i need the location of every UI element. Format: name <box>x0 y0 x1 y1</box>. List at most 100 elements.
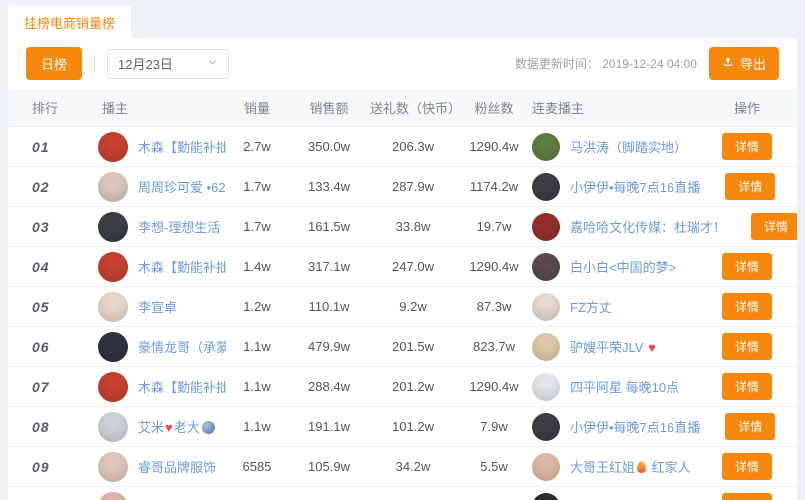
rank-cell: 05 <box>8 299 64 315</box>
co-broadcaster-cell: 大哥王红姐 红家人 <box>532 453 697 481</box>
co-broadcaster-avatar[interactable] <box>532 493 560 500</box>
co-broadcaster-avatar[interactable] <box>532 133 560 161</box>
broadcaster-cell: 木森【勤能补拙】 <box>64 252 226 282</box>
co-broadcaster-cell: 黑家媚哥「刘媚」 <box>532 493 697 500</box>
broadcaster-name-link[interactable]: 木森【勤能补拙】 <box>138 137 226 156</box>
name-text: 李宣卓 <box>138 300 177 315</box>
broadcaster-name-link[interactable]: 豪情龙哥（承蒙厚爱） <box>138 337 226 356</box>
fans-value: 1174.2w <box>456 179 532 194</box>
co-broadcaster-name-link[interactable]: 嘉哈哈文化传媒：杜瑞才！ <box>570 217 726 236</box>
co-broadcaster-cell: 小伊伊•每晚7点16直播 <box>532 413 700 441</box>
column-header: 连麦播主 <box>532 98 697 117</box>
co-broadcaster-avatar[interactable] <box>532 173 560 201</box>
co-broadcaster-cell: 嘉哈哈文化传媒：杜瑞才！ <box>532 213 726 241</box>
tab-ecommerce-sales-rank[interactable]: 挂榜电商销量榜 <box>8 6 131 38</box>
action-cell: 详情 <box>697 373 797 400</box>
detail-button[interactable]: 详情 <box>722 293 772 320</box>
broadcaster-name-link[interactable]: 睿哥品牌服饰 <box>138 457 216 476</box>
content-card: 日榜 12月23日 数据更新时间： 2019-12-24 04:00 导出 排行… <box>8 38 797 500</box>
action-cell: 详情 <box>697 253 797 280</box>
detail-button[interactable]: 详情 <box>722 333 772 360</box>
detail-button[interactable]: 详情 <box>725 173 775 200</box>
broadcaster-avatar[interactable] <box>98 172 128 202</box>
broadcaster-avatar[interactable] <box>98 212 128 242</box>
broadcaster-avatar[interactable] <box>98 412 128 442</box>
name-text: 红家人 <box>648 460 691 475</box>
broadcaster-avatar[interactable] <box>98 492 128 500</box>
co-broadcaster-avatar[interactable] <box>532 373 560 401</box>
co-broadcaster-name-link[interactable]: 小伊伊•每晚7点16直播 <box>570 177 700 196</box>
co-broadcaster-name-link[interactable]: 马洪涛（脚踏实地） <box>570 137 687 156</box>
rank-cell: 03 <box>8 219 64 235</box>
sales-amount-value: 479.9w <box>288 339 370 354</box>
rank-cell: 01 <box>8 139 64 155</box>
date-select-value: 12月23日 <box>118 54 173 73</box>
detail-button[interactable]: 详情 <box>725 413 775 440</box>
co-broadcaster-name-link[interactable]: 白小白<中国的梦> <box>570 257 676 276</box>
sales-amount-value: 133.4w <box>288 179 370 194</box>
co-broadcaster-name-link[interactable]: 小伊伊•每晚7点16直播 <box>570 417 700 436</box>
broadcaster-name-link[interactable]: 木森【勤能补拙】 <box>138 377 226 396</box>
rank-number: 02 <box>32 179 50 195</box>
export-button[interactable]: 导出 <box>709 47 779 80</box>
broadcaster-name-link[interactable]: 李想-理想生活 <box>138 217 220 236</box>
broadcaster-name-link[interactable]: 周周珍可爱 •625 <box>138 177 226 196</box>
co-broadcaster-name-link[interactable]: FZ方丈 <box>570 297 612 316</box>
name-text: 睿哥品牌服饰 <box>138 460 216 475</box>
detail-button[interactable]: 详情 <box>751 213 797 240</box>
broadcaster-avatar[interactable] <box>98 452 128 482</box>
daily-rank-button[interactable]: 日榜 <box>26 47 82 80</box>
broadcaster-avatar[interactable] <box>98 292 128 322</box>
broadcaster-name-link[interactable]: 李宣卓 <box>138 297 177 316</box>
table-row: 10 500万1月1号生日宴 6167 6.9w 145 506.7w 黑家媚哥… <box>8 487 797 500</box>
co-broadcaster-cell: 白小白<中国的梦> <box>532 253 697 281</box>
name-text: 李想-理想生活 <box>138 220 220 235</box>
co-broadcaster-avatar[interactable] <box>532 253 560 281</box>
table-row: 07 木森【勤能补拙】 1.1w 288.4w 201.2w 1290.4w 四… <box>8 367 797 407</box>
co-broadcaster-name-link[interactable]: 四平阿星 每晚10点 <box>570 377 679 396</box>
name-text: 周周珍可爱 •625 <box>138 180 226 195</box>
name-text: 马洪涛（脚踏实地） <box>570 140 687 155</box>
sales-value: 1.7w <box>226 179 288 194</box>
co-broadcaster-avatar[interactable] <box>532 413 560 441</box>
broadcaster-cell: 艾米♥老大 <box>64 412 226 442</box>
broadcaster-cell: 李宣卓 <box>64 292 226 322</box>
co-broadcaster-name-link[interactable]: 大哥王红姐 红家人 <box>570 457 691 476</box>
co-broadcaster-avatar[interactable] <box>532 293 560 321</box>
gifts-value: 9.2w <box>370 299 456 314</box>
action-cell: 详情 <box>726 213 797 240</box>
action-cell: 详情 <box>700 173 797 200</box>
co-broadcaster-cell: 马洪涛（脚踏实地） <box>532 133 697 161</box>
table-row: 05 李宣卓 1.2w 110.1w 9.2w 87.3w FZ方丈 详情 <box>8 287 797 327</box>
co-broadcaster-avatar[interactable] <box>532 333 560 361</box>
broadcaster-name-link[interactable]: 艾米♥老大 <box>138 417 215 436</box>
broadcaster-avatar[interactable] <box>98 372 128 402</box>
rank-number: 06 <box>32 339 50 355</box>
detail-button[interactable]: 详情 <box>722 133 772 160</box>
name-text: 木森【勤能补拙】 <box>138 380 226 395</box>
broadcaster-avatar[interactable] <box>98 252 128 282</box>
detail-button[interactable]: 详情 <box>722 493 772 500</box>
co-broadcaster-name-link[interactable]: 驴嫂平荣JLV ♥ <box>570 337 657 356</box>
broadcaster-cell: 李想-理想生活 <box>64 212 226 242</box>
sales-amount-value: 105.9w <box>288 459 370 474</box>
co-broadcaster-avatar[interactable] <box>532 213 560 241</box>
detail-button[interactable]: 详情 <box>722 453 772 480</box>
broadcaster-cell: 睿哥品牌服饰 <box>64 452 226 482</box>
action-cell: 详情 <box>697 453 797 480</box>
broadcaster-avatar[interactable] <box>98 132 128 162</box>
co-broadcaster-avatar[interactable] <box>532 453 560 481</box>
broadcaster-name-link[interactable]: 木森【勤能补拙】 <box>138 257 226 276</box>
name-text: 白小白<中国的梦> <box>570 260 676 275</box>
rank-number: 08 <box>32 419 50 435</box>
sales-value: 1.2w <box>226 299 288 314</box>
toolbar: 日榜 12月23日 数据更新时间： 2019-12-24 04:00 导出 <box>8 38 797 89</box>
fans-value: 1290.4w <box>456 259 532 274</box>
detail-button[interactable]: 详情 <box>722 373 772 400</box>
sales-value: 6585 <box>226 459 288 474</box>
broadcaster-avatar[interactable] <box>98 332 128 362</box>
date-select[interactable]: 12月23日 <box>107 49 229 79</box>
table-header-row: 排行播主销量销售额送礼数（快币）粉丝数连麦播主操作 <box>8 89 797 127</box>
name-text: 老大 <box>174 420 200 435</box>
detail-button[interactable]: 详情 <box>722 253 772 280</box>
